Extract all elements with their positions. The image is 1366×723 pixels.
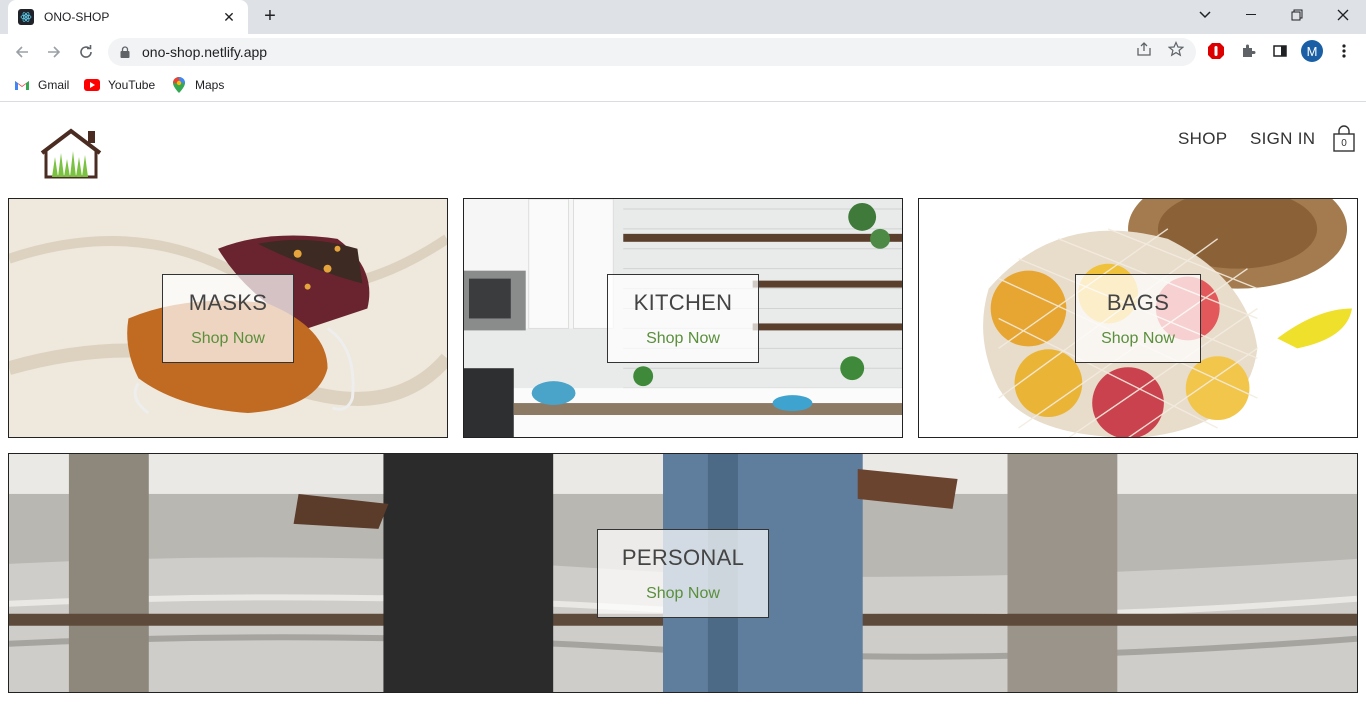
reload-icon[interactable] [74,40,98,64]
browser-toolbar: ono-shop.netlify.app M [0,34,1366,70]
category-label-box: PERSONAL Shop Now [597,529,769,618]
category-title: MASKS [188,289,268,315]
shop-now-link[interactable]: Shop Now [1101,330,1175,348]
share-icon[interactable] [1135,40,1153,58]
category-label-box: MASKS Shop Now [162,274,294,363]
extensions-puzzle-icon[interactable] [1238,41,1258,61]
shop-now-link[interactable]: Shop Now [646,585,720,603]
tab-search-icon[interactable] [1182,0,1228,30]
youtube-icon [84,77,100,93]
address-bar[interactable]: ono-shop.netlify.app [108,38,1196,66]
category-card-kitchen[interactable]: KITCHEN Shop Now [463,198,903,438]
category-card-personal[interactable]: PERSONAL Shop Now [8,453,1358,693]
close-window-button[interactable] [1320,0,1366,30]
browser-tab[interactable]: ONO-SHOP ✕ [8,0,248,34]
house-logo-icon[interactable] [38,127,104,179]
forward-icon[interactable] [42,40,66,64]
nav-sign-in-link[interactable]: SIGN IN [1250,129,1315,149]
bookmarks-bar: Gmail YouTube Maps [0,70,1366,102]
bookmark-youtube[interactable]: YouTube [84,77,155,93]
gmail-icon [14,77,30,93]
bookmark-label: Maps [195,78,225,92]
browser-tab-strip: ONO-SHOP ✕ + [0,0,1366,34]
bookmark-star-icon[interactable] [1167,40,1185,58]
minimize-button[interactable] [1228,0,1274,30]
maps-icon [171,77,187,93]
category-label-box: BAGS Shop Now [1075,274,1201,363]
close-icon[interactable]: ✕ [220,9,238,26]
shopping-bag-icon[interactable]: 0 [1332,125,1356,153]
web-page: SHOP SIGN IN 0 MASKS Shop Now KITCHEN Sh… [0,103,1366,723]
bookmark-label: YouTube [108,78,156,92]
cart-count: 0 [1341,138,1347,149]
restore-button[interactable] [1274,0,1320,30]
shop-now-link[interactable]: Shop Now [191,330,265,348]
bookmark-maps[interactable]: Maps [171,77,224,93]
side-panel-icon[interactable] [1270,41,1290,61]
lock-icon [120,46,130,58]
category-card-bags[interactable]: BAGS Shop Now [918,198,1358,438]
category-title: KITCHEN [633,289,733,315]
url-text: ono-shop.netlify.app [142,44,268,60]
nav-shop-link[interactable]: SHOP [1178,129,1227,149]
kebab-menu-icon[interactable] [1334,41,1354,61]
tab-title: ONO-SHOP [44,10,110,24]
category-title: BAGS [1106,289,1170,315]
category-card-masks[interactable]: MASKS Shop Now [8,198,448,438]
category-title: PERSONAL [621,544,745,570]
new-tab-button[interactable]: + [258,5,282,29]
bookmark-gmail[interactable]: Gmail [14,77,69,93]
react-icon [18,9,34,25]
shop-now-link[interactable]: Shop Now [646,330,720,348]
adblock-extension-icon[interactable] [1206,41,1226,61]
profile-avatar[interactable]: M [1301,40,1323,62]
category-label-box: KITCHEN Shop Now [607,274,759,363]
bookmark-label: Gmail [38,78,70,92]
back-icon[interactable] [10,40,34,64]
